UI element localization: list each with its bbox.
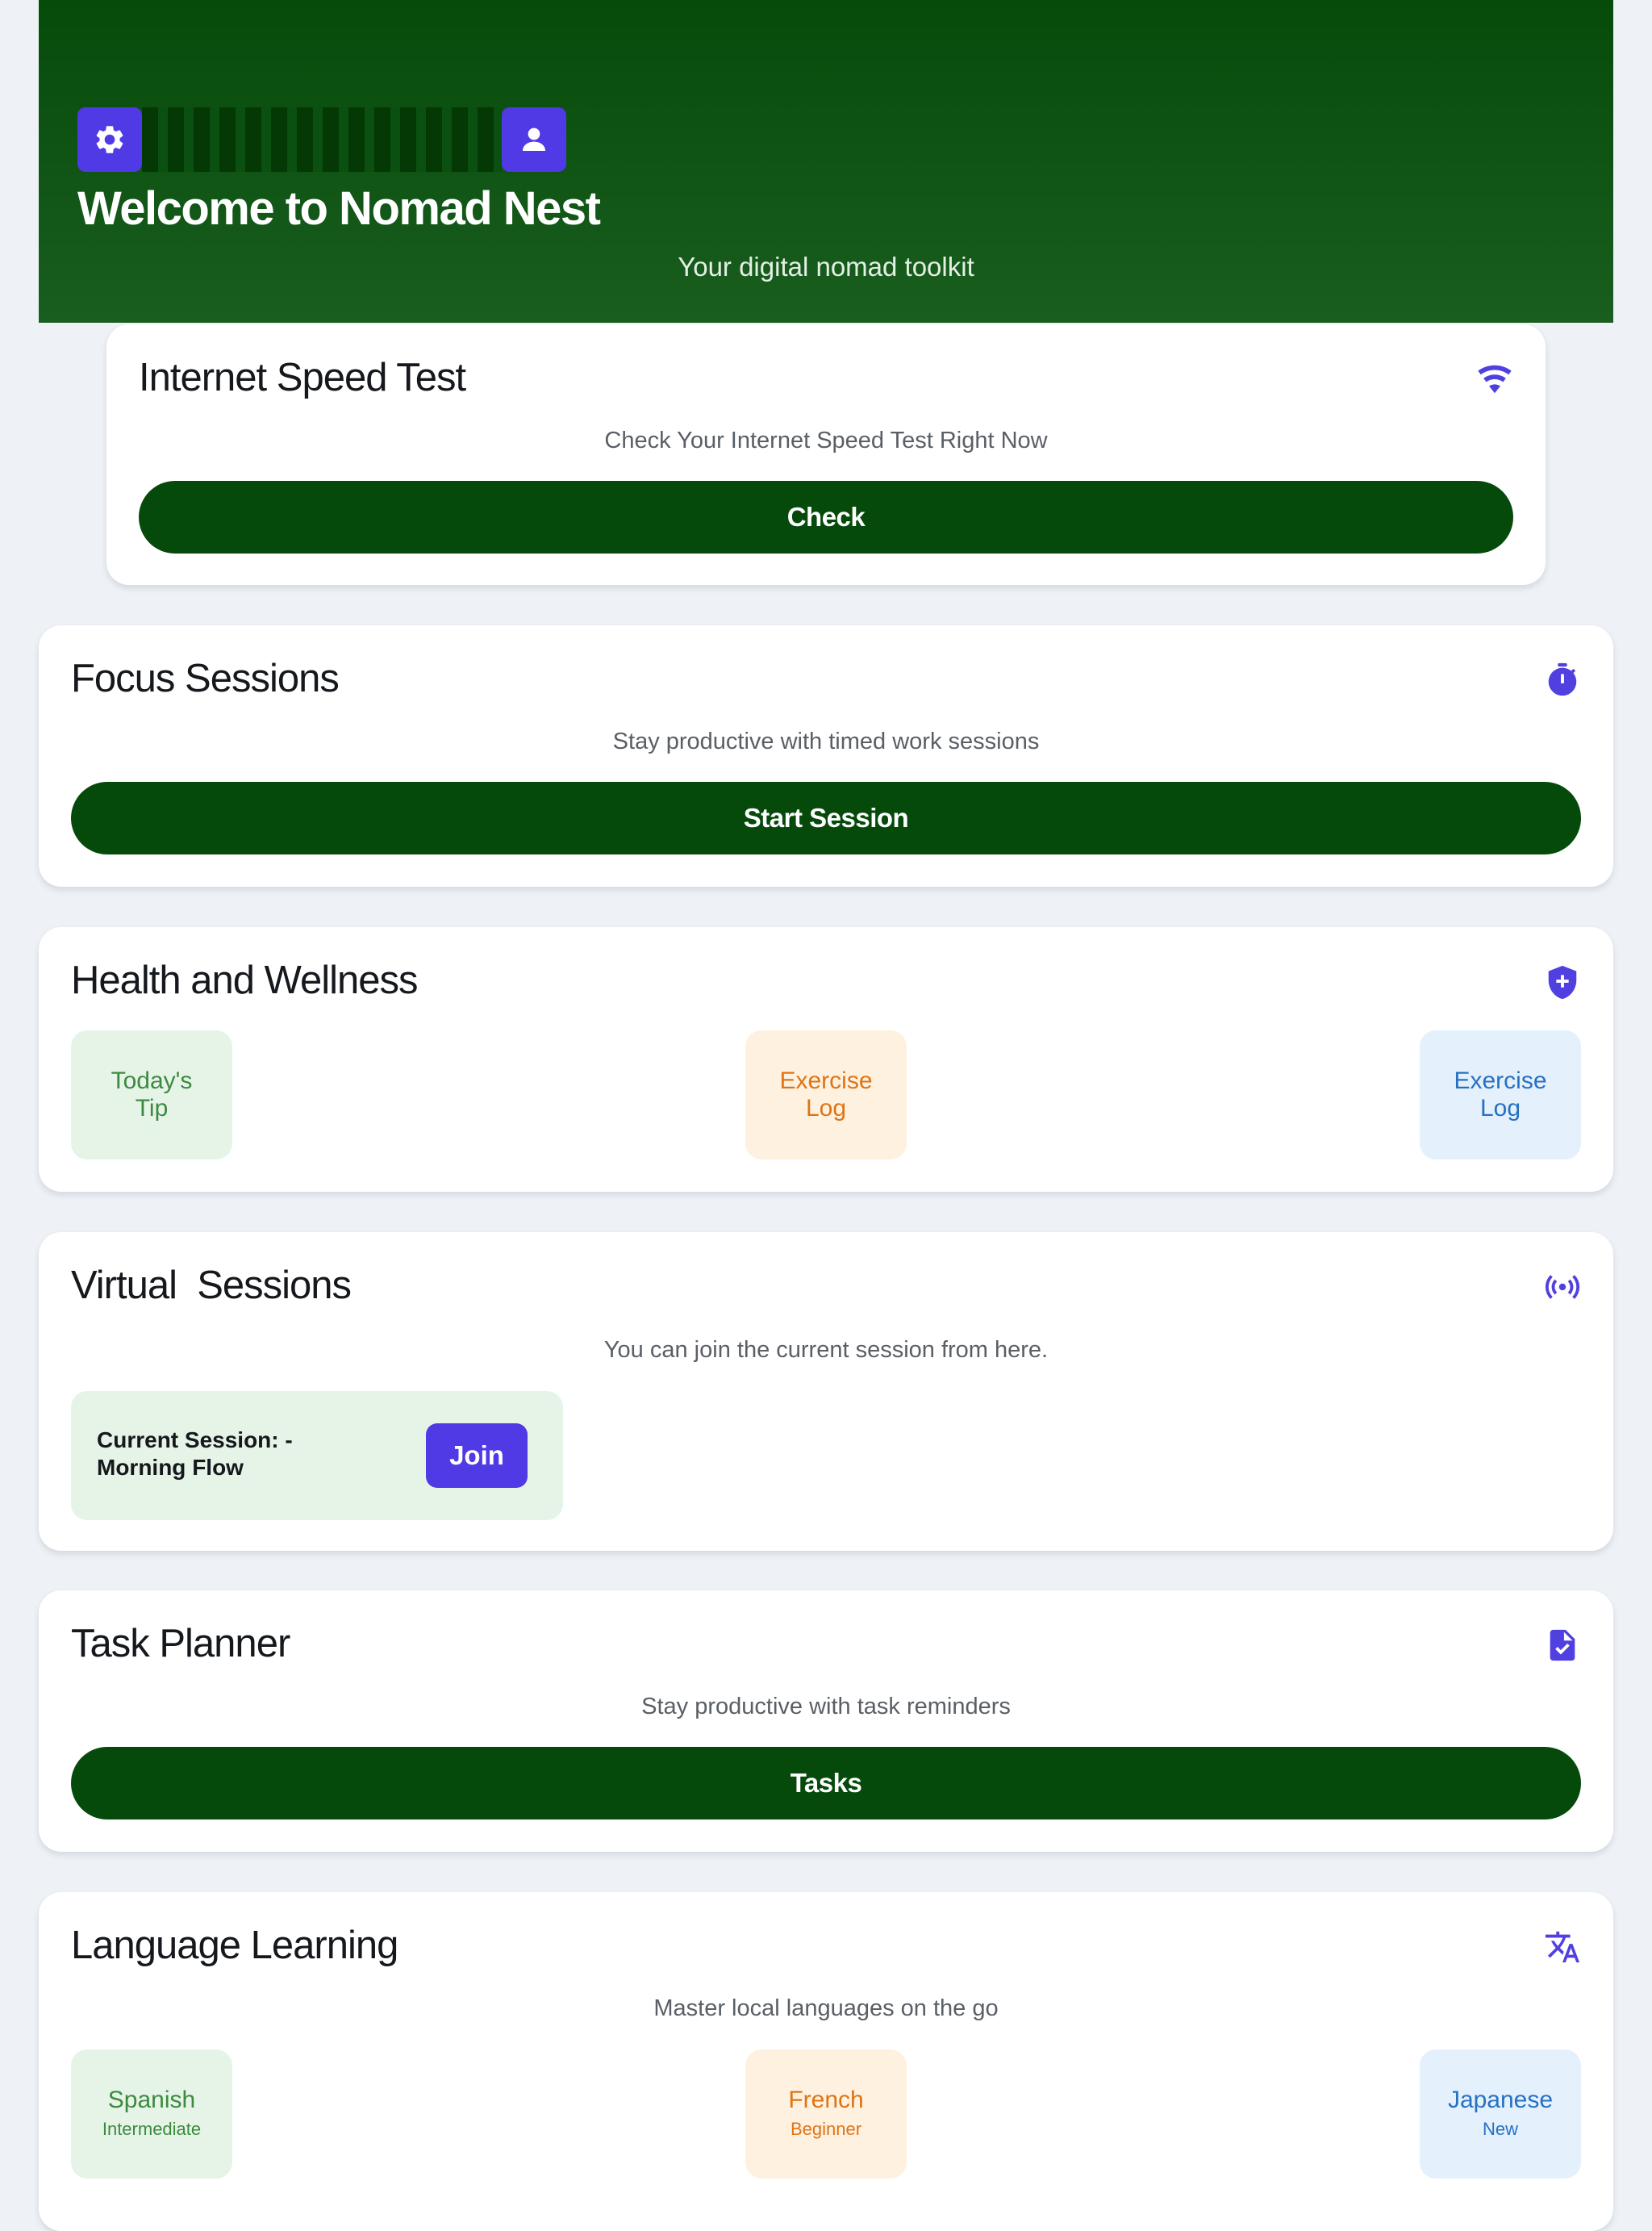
tile-label: Japanese bbox=[1447, 2087, 1554, 2113]
card-title: Focus Sessions bbox=[71, 657, 340, 700]
card-description: Stay productive with timed work sessions bbox=[612, 729, 1040, 754]
language-tile-japanese[interactable]: Japanese New bbox=[1420, 2049, 1581, 2179]
card-description: Check Your Internet Speed Test Right Now bbox=[604, 428, 1048, 453]
focus-sessions-card: Focus Sessions Stay productive with time… bbox=[39, 625, 1613, 887]
card-title: Task Planner bbox=[71, 1622, 290, 1665]
file-check-icon bbox=[1544, 1627, 1581, 1664]
task-planner-card: Task Planner Stay productive with task r… bbox=[39, 1590, 1613, 1852]
exercise-log-tile[interactable]: Exercise Log bbox=[745, 1030, 907, 1159]
tile-label: Today's Tip bbox=[111, 1067, 193, 1122]
join-button[interactable]: Join bbox=[426, 1423, 528, 1488]
card-description: You can join the current session from he… bbox=[603, 1337, 1049, 1363]
page-subtitle: Your digital nomad toolkit bbox=[678, 252, 974, 282]
start-session-button[interactable]: Start Session bbox=[71, 782, 1581, 854]
language-tile-spanish[interactable]: Spanish Intermediate bbox=[71, 2049, 232, 2179]
tile-label: Exercise Log bbox=[779, 1067, 873, 1122]
wifi-icon bbox=[1476, 361, 1513, 398]
header-toolbar bbox=[77, 107, 566, 172]
tile-level: New bbox=[1482, 2119, 1518, 2139]
stopwatch-icon bbox=[1544, 662, 1581, 699]
tile-label: Exercise Log bbox=[1454, 1067, 1547, 1122]
header-decoration bbox=[142, 107, 502, 172]
tile-label: Spanish bbox=[107, 2087, 196, 2113]
language-learning-card: Language Learning Master local languages… bbox=[39, 1892, 1613, 2231]
virtual-sessions-card: Virtual Sessions You can join the curren… bbox=[39, 1232, 1613, 1551]
settings-button[interactable] bbox=[77, 107, 142, 172]
current-session-label: Current Session: - Morning Flow bbox=[97, 1427, 293, 1480]
user-icon bbox=[523, 127, 545, 151]
exercise-log-tile[interactable]: Exercise Log bbox=[1420, 1030, 1581, 1159]
card-title: Internet Speed Test bbox=[139, 356, 466, 399]
gear-icon bbox=[96, 126, 123, 153]
card-description: Stay productive with task reminders bbox=[641, 1694, 1011, 1719]
tasks-button[interactable]: Tasks bbox=[71, 1747, 1581, 1819]
todays-tip-tile[interactable]: Today's Tip bbox=[71, 1030, 232, 1159]
language-tile-french[interactable]: French Beginner bbox=[745, 2049, 907, 2179]
tile-level: Intermediate bbox=[102, 2119, 202, 2139]
broadcast-icon bbox=[1544, 1268, 1581, 1306]
translate-icon bbox=[1544, 1928, 1581, 1966]
speed-test-card: Internet Speed Test Check Your Internet … bbox=[106, 324, 1546, 585]
health-wellness-card: Health and Wellness Today's Tip Exercise… bbox=[39, 927, 1613, 1192]
tile-level: Beginner bbox=[790, 2119, 862, 2139]
current-session-box: Current Session: - Morning Flow Join bbox=[71, 1391, 563, 1520]
check-speed-button[interactable]: Check bbox=[139, 481, 1513, 554]
card-title: Language Learning bbox=[71, 1924, 398, 1967]
card-title: Health and Wellness bbox=[71, 959, 419, 1002]
shield-plus-icon bbox=[1544, 963, 1581, 1001]
page-title: Welcome to Nomad Nest bbox=[77, 182, 601, 235]
profile-button[interactable] bbox=[502, 107, 566, 172]
app-header: Welcome to Nomad Nest Your digital nomad… bbox=[39, 0, 1613, 323]
card-description: Master local languages on the go bbox=[653, 1995, 999, 2021]
tile-label: French bbox=[788, 2087, 864, 2113]
card-title: Virtual Sessions bbox=[71, 1264, 352, 1307]
